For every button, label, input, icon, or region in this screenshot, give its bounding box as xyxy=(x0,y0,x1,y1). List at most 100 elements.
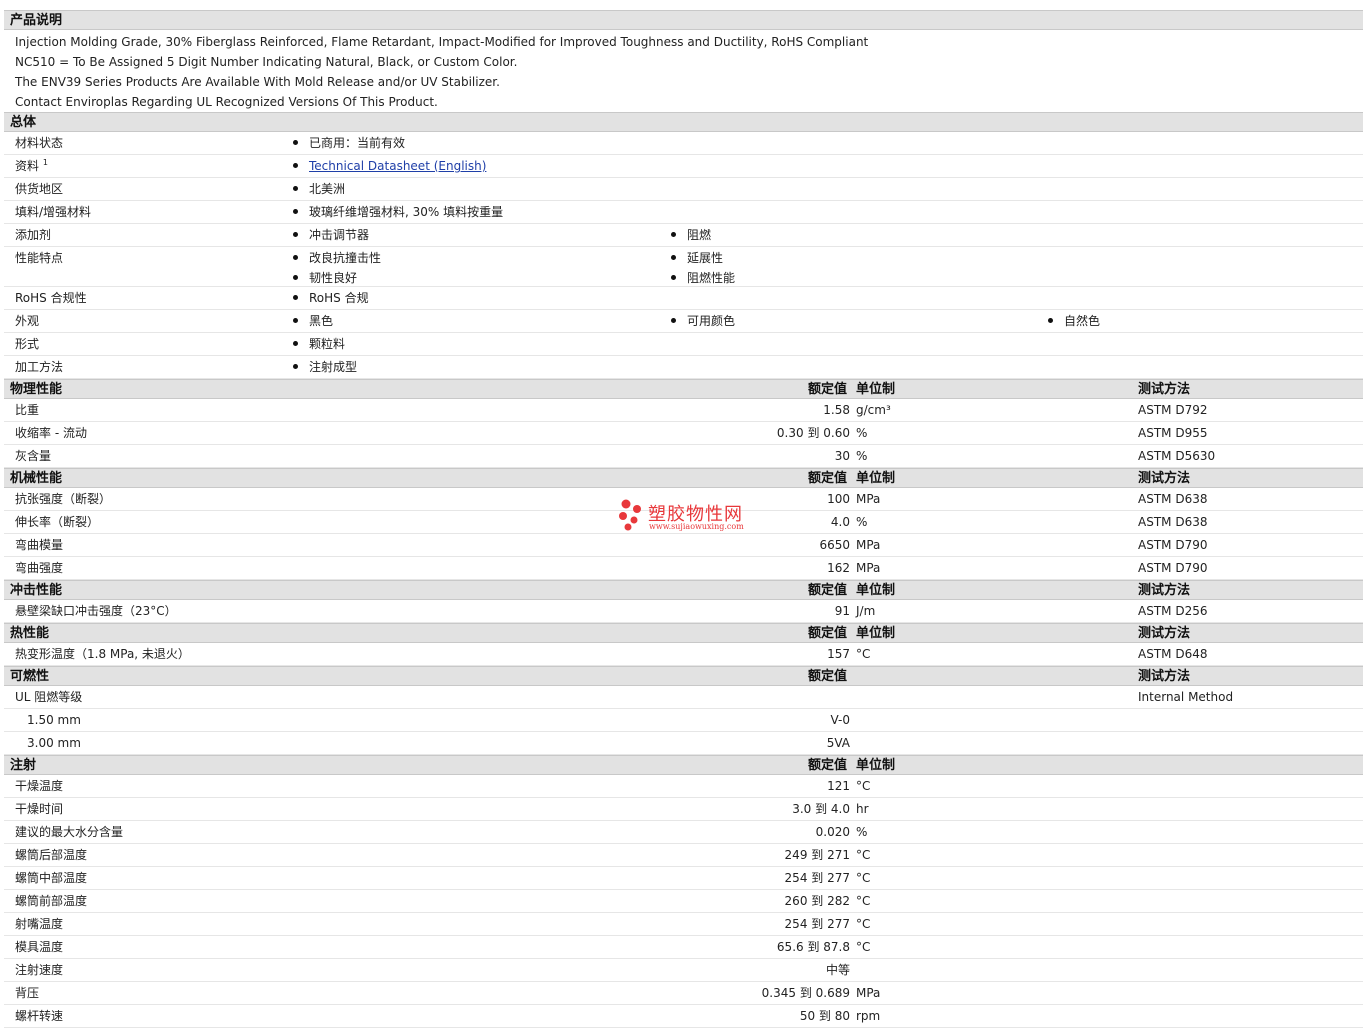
property-row: 灰含量 30% ASTM D5630 xyxy=(4,445,1363,468)
row-label-text: 性能特点 xyxy=(15,251,64,265)
property-unit: °C xyxy=(856,779,871,793)
property-row: 比重 1.58 g/cm³ ASTM D792 xyxy=(4,399,1363,422)
bullet-item: 延展性 xyxy=(669,248,735,268)
section-header: 冲击性能 额定值 单位制 测试方法 xyxy=(4,580,1363,600)
column-header-nominal: 额定值 xyxy=(808,471,848,486)
property-row: 干燥时间 3.0 到 4.0 hr xyxy=(4,798,1363,821)
column-header-unit: 单位制 xyxy=(856,382,896,397)
row-label-text: 形式 xyxy=(15,337,40,351)
general-row: 资料 1 Technical Datasheet (English) xyxy=(4,155,1363,178)
property-row: 干燥温度 121 °C xyxy=(4,775,1363,798)
property-label: 弯曲模量 xyxy=(15,538,64,552)
bullet-text: 注射成型 xyxy=(309,360,358,374)
property-value: 121 xyxy=(827,779,850,793)
general-row: 性能特点 改良抗撞击性 韧性良好 延展性 阻燃性能 xyxy=(4,247,1363,287)
product-description: Injection Molding Grade, 30% Fiberglass … xyxy=(4,30,1363,112)
row-label-text: 供货地区 xyxy=(15,182,64,196)
column-header-nominal: 额定值 xyxy=(808,382,848,397)
section-header-description: 产品说明 xyxy=(4,10,1363,30)
column-header-nominal: 额定值 xyxy=(808,626,848,641)
property-row: UL 阻燃等级 Internal Method xyxy=(4,686,1363,709)
section-header-general: 总体 xyxy=(4,112,1363,132)
general-row-values: RoHS 合规 xyxy=(291,287,369,310)
bullet-text: 黑色 xyxy=(309,314,334,328)
row-label-text: 外观 xyxy=(15,314,40,328)
property-value: 4.0 xyxy=(830,515,850,529)
general-row-values: 已商用：当前有效 xyxy=(291,132,405,155)
property-unit: °C xyxy=(856,894,871,908)
watermark-dots-icon xyxy=(619,499,641,531)
bullet-item: 黑色 xyxy=(291,310,333,333)
general-row: 材料状态 已商用：当前有效 xyxy=(4,132,1363,155)
bullet-item: 北美洲 xyxy=(291,178,345,201)
property-unit: MPa xyxy=(856,986,881,1000)
property-value: 0.020 xyxy=(815,825,850,839)
bullet-item: RoHS 合规 xyxy=(291,287,369,310)
property-label: 建议的最大水分含量 xyxy=(15,825,124,839)
column-header-test: 测试方法 xyxy=(1138,669,1191,684)
bullet-text: RoHS 合规 xyxy=(309,291,369,305)
general-row-values: 可用颜色 xyxy=(669,310,735,333)
property-value: 65.6 到 87.8 xyxy=(776,940,850,954)
bullet-icon xyxy=(671,232,676,237)
bullet-item: 玻璃纤维增强材料, 30% 填料按重量 xyxy=(291,201,503,224)
test-method: ASTM D955 xyxy=(1138,426,1208,440)
general-row-label: 材料状态 xyxy=(15,132,63,155)
general-row-label: 加工方法 xyxy=(15,356,63,379)
property-row: 射嘴温度 254 到 277 °C xyxy=(4,913,1363,936)
general-row: RoHS 合规性 RoHS 合规 xyxy=(4,287,1363,310)
bullet-text: 玻璃纤维增强材料, 30% 填料按重量 xyxy=(309,205,504,219)
bullet-icon xyxy=(293,209,298,214)
property-label: 注射速度 xyxy=(15,963,64,977)
bullet-text: 自然色 xyxy=(1064,314,1101,328)
column-header-unit: 单位制 xyxy=(856,758,896,773)
property-value: 157 xyxy=(827,647,850,661)
general-row-label: 形式 xyxy=(15,333,39,356)
general-row-values: 颗粒料 xyxy=(291,333,345,356)
property-label: 背压 xyxy=(15,986,40,1000)
bullet-icon xyxy=(293,186,298,191)
general-row-values: 玻璃纤维增强材料, 30% 填料按重量 xyxy=(291,201,503,224)
test-method: ASTM D256 xyxy=(1138,604,1208,618)
property-value: 中等 xyxy=(825,963,850,977)
column-header-test: 测试方法 xyxy=(1138,382,1191,397)
section-header: 物理性能 额定值 单位制 测试方法 xyxy=(4,379,1363,399)
property-label: 射嘴温度 xyxy=(15,917,64,931)
test-method: ASTM D790 xyxy=(1138,538,1208,552)
section-title: 机械性能 xyxy=(10,471,63,486)
general-row-label: 填料/增强材料 xyxy=(15,201,91,224)
bullet-icon xyxy=(293,364,298,369)
bullet-text: 可用颜色 xyxy=(687,314,736,328)
bullet-item: 阻燃 xyxy=(669,224,711,247)
section-title: 可燃性 xyxy=(10,669,50,684)
column-header-nominal: 额定值 xyxy=(808,669,848,684)
test-method: ASTM D5630 xyxy=(1138,449,1216,463)
footnote-marker: 1 xyxy=(42,158,48,167)
property-value: 254 到 277 xyxy=(784,917,850,931)
general-row-label: 供货地区 xyxy=(15,178,63,201)
section-title: 注射 xyxy=(10,758,37,773)
property-label: 热变形温度（1.8 MPa, 未退火） xyxy=(15,647,190,661)
property-row: 热变形温度（1.8 MPa, 未退火） 157 °C ASTM D648 xyxy=(4,643,1363,666)
property-row: 弯曲模量 6650 MPa ASTM D790 xyxy=(4,534,1363,557)
watermark-url: www.sujiaowuxing.com xyxy=(649,522,744,531)
property-row: 收缩率 - 流动 0.30 到 0.60% ASTM D955 xyxy=(4,422,1363,445)
property-value: 6650 xyxy=(819,538,850,552)
general-row-label: RoHS 合规性 xyxy=(15,287,87,310)
general-row-values: 延展性 阻燃性能 xyxy=(669,248,735,288)
general-row: 供货地区 北美洲 xyxy=(4,178,1363,201)
bullet-icon xyxy=(671,255,676,260)
property-unit: % xyxy=(856,426,868,440)
bullet-icon xyxy=(671,275,676,280)
property-row: 注射速度 中等 xyxy=(4,959,1363,982)
section-header: 热性能 额定值 单位制 测试方法 xyxy=(4,623,1363,643)
property-unit: MPa xyxy=(856,561,881,575)
row-label-text: 材料状态 xyxy=(15,136,64,150)
property-label: 干燥时间 xyxy=(15,802,64,816)
bullet-icon xyxy=(293,163,298,168)
bullet-icon xyxy=(671,318,676,323)
bullet-icon xyxy=(293,232,298,237)
datasheet-link[interactable]: Technical Datasheet (English) xyxy=(309,159,486,173)
property-row: 3.00 mm 5VA xyxy=(4,732,1363,755)
bullet-text: 已商用：当前有效 xyxy=(309,136,406,150)
